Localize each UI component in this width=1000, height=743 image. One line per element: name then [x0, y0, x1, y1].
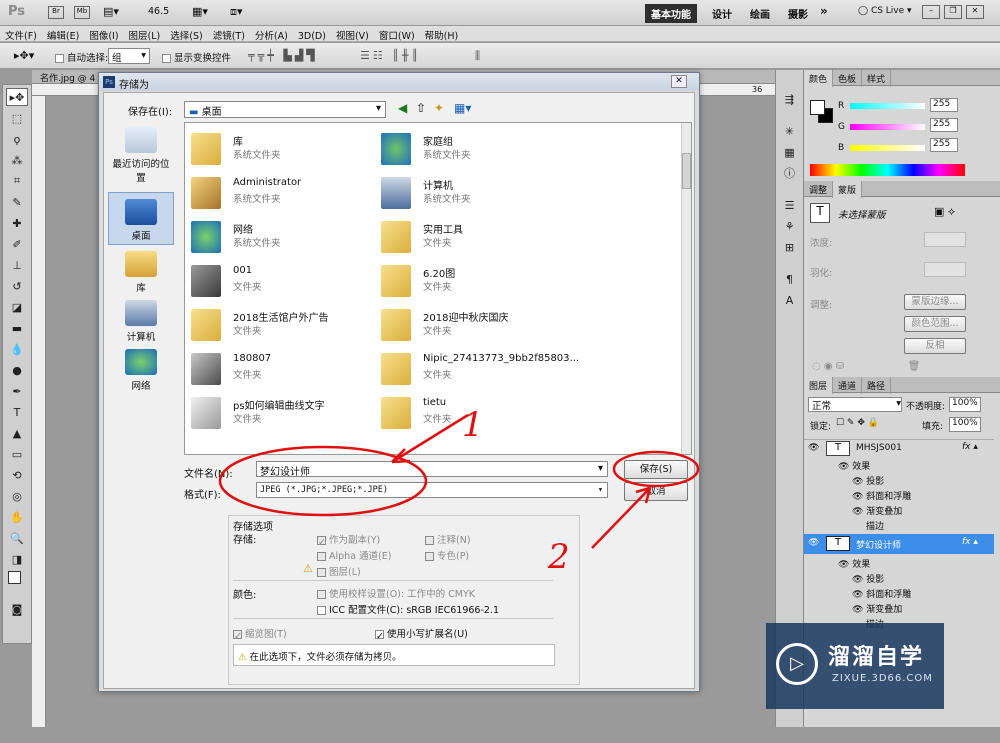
watermark-title: 溜溜自学: [828, 645, 925, 670]
watermark: ▷ 溜溜自学 ZIXUE.3D66.COM: [766, 623, 944, 709]
annotation-arrow-1: [391, 413, 469, 464]
fg-color-chip[interactable]: [810, 100, 825, 115]
watermark-url: ZIXUE.3D66.COM: [832, 673, 933, 684]
annotation-number-2: 2: [547, 537, 570, 577]
annotation-ellipse-save: [612, 450, 700, 488]
red-annotations: 1 2: [218, 405, 700, 577]
annotation-arrow-2: [591, 486, 652, 549]
play-logo-icon: ▷: [776, 643, 818, 685]
annotation-number-1: 1: [462, 405, 484, 445]
